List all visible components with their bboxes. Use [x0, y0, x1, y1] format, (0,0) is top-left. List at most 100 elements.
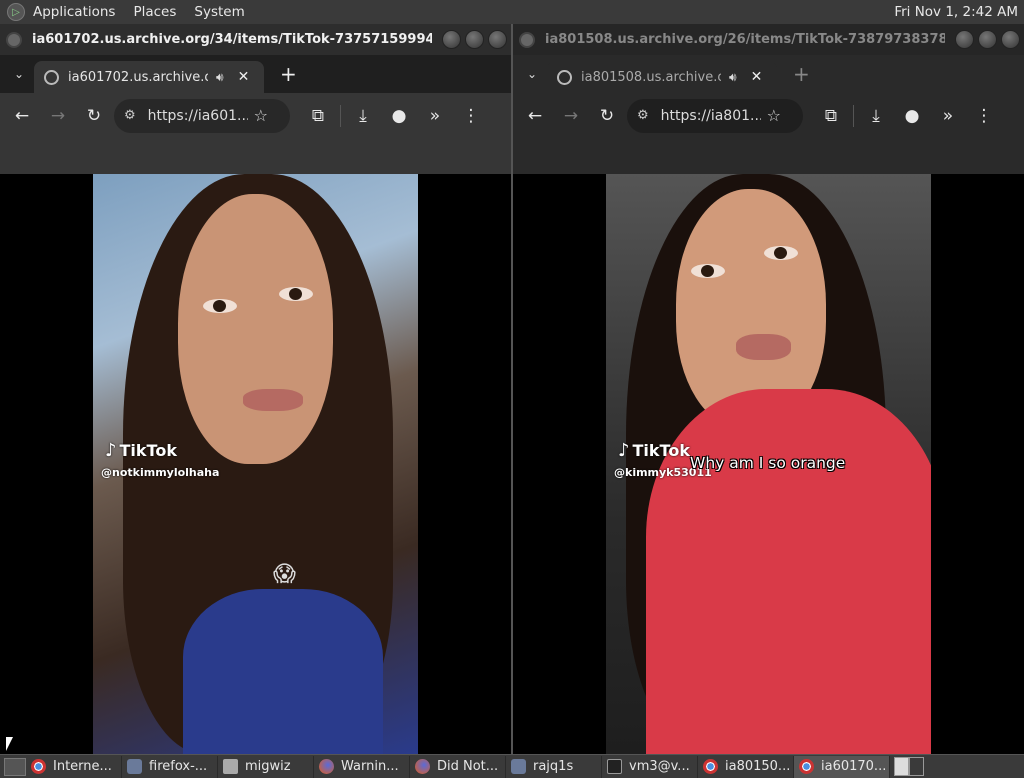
- page-content: ♪ TikTok @notkimmylolhaha 😱: [0, 174, 511, 754]
- tab-search-chevron-down-icon[interactable]: ⌄: [517, 67, 547, 81]
- close-window-button[interactable]: [1001, 30, 1020, 49]
- menu-applications[interactable]: Applications: [33, 4, 115, 20]
- window-titlebar[interactable]: ia801508.us.archive.org/26/items/TikTok-…: [513, 24, 1024, 55]
- toolbar: ← → ↻ ⚙ https://ia601... ☆ ⧉ ⤓ ● » ⋮: [0, 93, 511, 138]
- taskbar-item-label: migwiz: [245, 759, 291, 774]
- tab-strip: ⌄ ia801508.us.archive.org/ 🔊︎ ✕ +: [513, 55, 1024, 93]
- mouth: [243, 389, 303, 411]
- extensions-puzzle-icon[interactable]: ⧉: [300, 106, 336, 126]
- page-content: ♪ TikTok @kimmyk53011 Why am I so orange: [513, 174, 1024, 754]
- mouse-cursor: [6, 737, 13, 751]
- forward-arrow-icon[interactable]: →: [40, 106, 76, 126]
- extensions-puzzle-icon[interactable]: ⧉: [813, 106, 849, 126]
- taskbar-item-label: firefox-...: [149, 759, 208, 774]
- tiktok-watermark: ♪ TikTok: [618, 440, 690, 461]
- new-tab-plus-icon[interactable]: +: [793, 62, 810, 86]
- video-player[interactable]: ♪ TikTok @kimmyk53011 Why am I so orange: [606, 174, 931, 754]
- tab-active[interactable]: ia601702.us.archive.org/3 🔊︎ ✕: [34, 61, 264, 93]
- speaker-icon[interactable]: 🔊︎: [729, 70, 737, 85]
- taskbar-item[interactable]: Did Not...: [410, 755, 506, 778]
- firefox-icon: [319, 759, 334, 774]
- toolbar-spacer: [0, 138, 511, 174]
- minimize-button[interactable]: [955, 30, 974, 49]
- chrome-icon: [31, 759, 46, 774]
- taskbar-item[interactable]: Interne...: [26, 755, 122, 778]
- back-arrow-icon[interactable]: ←: [517, 106, 553, 126]
- address-bar[interactable]: ⚙ https://ia801... ☆: [627, 98, 803, 133]
- taskbar-item[interactable]: ia80150...: [698, 755, 794, 778]
- taskbar-item[interactable]: migwiz: [218, 755, 314, 778]
- download-icon[interactable]: ⤓: [858, 106, 894, 126]
- kebab-menu-icon[interactable]: ⋮: [966, 106, 1002, 126]
- video-player[interactable]: ♪ TikTok @notkimmylolhaha 😱: [93, 174, 418, 754]
- new-tab-plus-icon[interactable]: +: [280, 62, 297, 86]
- maximize-button[interactable]: [978, 30, 997, 49]
- url-text[interactable]: https://ia801...: [661, 108, 761, 124]
- toolbar: ← → ↻ ⚙ https://ia801... ☆ ⧉ ⤓ ● » ⋮: [513, 93, 1024, 138]
- window-menu-icon[interactable]: [6, 31, 22, 48]
- tab-title: ia801508.us.archive.org/: [581, 69, 721, 85]
- close-tab-icon[interactable]: ✕: [751, 69, 763, 85]
- video-caption: Why am I so orange: [690, 454, 846, 472]
- menu-places[interactable]: Places: [133, 4, 176, 20]
- app-icon: [127, 759, 142, 774]
- taskbar-item-label: ia60170...: [821, 759, 887, 774]
- taskbar-item[interactable]: firefox-...: [122, 755, 218, 778]
- download-icon[interactable]: ⤓: [345, 106, 381, 126]
- menu-system[interactable]: System: [194, 4, 244, 20]
- address-bar[interactable]: ⚙ https://ia601... ☆: [114, 98, 290, 133]
- left-eye: [203, 299, 237, 313]
- tiktok-label: TikTok: [119, 441, 177, 460]
- maximize-button[interactable]: [465, 30, 484, 49]
- url-text[interactable]: https://ia601...: [148, 108, 248, 124]
- tiktok-note-icon: ♪: [618, 440, 630, 461]
- show-desktop-icon[interactable]: [4, 757, 26, 776]
- taskbar-item-label: Interne...: [53, 759, 112, 774]
- kebab-menu-icon[interactable]: ⋮: [453, 106, 489, 126]
- taskbar: Interne... firefox-... migwiz Warnin... …: [0, 754, 1024, 778]
- overflow-chevrons-icon[interactable]: »: [417, 106, 453, 126]
- taskbar-item-active[interactable]: ia60170...: [794, 755, 890, 778]
- tab-search-chevron-down-icon[interactable]: ⌄: [4, 67, 34, 81]
- chrome-icon: [703, 759, 718, 774]
- taskbar-item-label: Warnin...: [341, 759, 399, 774]
- window-menu-icon[interactable]: [519, 31, 535, 48]
- tab-active[interactable]: ia801508.us.archive.org/ 🔊︎ ✕: [547, 61, 777, 93]
- browser-window-left: ia601702.us.archive.org/34/items/TikTok-…: [0, 24, 511, 754]
- firefox-icon: [415, 759, 430, 774]
- left-eye: [691, 264, 725, 278]
- speaker-icon[interactable]: 🔊︎: [216, 70, 224, 85]
- bookmark-star-icon[interactable]: ☆: [767, 106, 781, 125]
- folder-icon: [223, 759, 238, 774]
- globe-icon: [557, 69, 572, 85]
- taskbar-item-label: rajq1s: [533, 759, 574, 774]
- overflow-chevrons-icon[interactable]: »: [930, 106, 966, 126]
- profile-avatar-icon[interactable]: ●: [381, 106, 417, 126]
- tiktok-handle: @notkimmylolhaha: [101, 466, 220, 479]
- minimize-button[interactable]: [442, 30, 461, 49]
- taskbar-item[interactable]: vm3@v...: [602, 755, 698, 778]
- app-icon: [511, 759, 526, 774]
- taskbar-item[interactable]: Warnin...: [314, 755, 410, 778]
- close-tab-icon[interactable]: ✕: [238, 69, 250, 85]
- reload-icon[interactable]: ↻: [76, 106, 112, 126]
- window-title: ia601702.us.archive.org/34/items/TikTok-…: [32, 32, 432, 47]
- taskbar-item[interactable]: rajq1s: [506, 755, 602, 778]
- workspace-1[interactable]: [894, 757, 909, 776]
- profile-avatar-icon[interactable]: ●: [894, 106, 930, 126]
- toolbar-spacer: [513, 138, 1024, 174]
- distro-logo-icon[interactable]: ▷: [7, 3, 25, 21]
- reload-icon[interactable]: ↻: [589, 106, 625, 126]
- right-eye: [764, 246, 798, 260]
- back-arrow-icon[interactable]: ←: [4, 106, 40, 126]
- bookmark-star-icon[interactable]: ☆: [254, 106, 268, 125]
- site-info-icon[interactable]: ⚙: [637, 108, 649, 123]
- tiktok-watermark: ♪ TikTok: [105, 440, 177, 461]
- close-window-button[interactable]: [488, 30, 507, 49]
- site-info-icon[interactable]: ⚙: [124, 108, 136, 123]
- forward-arrow-icon[interactable]: →: [553, 106, 589, 126]
- terminal-icon: [607, 759, 622, 774]
- workspace-2[interactable]: [909, 757, 924, 776]
- window-titlebar[interactable]: ia601702.us.archive.org/34/items/TikTok-…: [0, 24, 511, 55]
- clock[interactable]: Fri Nov 1, 2:42 AM: [894, 4, 1018, 20]
